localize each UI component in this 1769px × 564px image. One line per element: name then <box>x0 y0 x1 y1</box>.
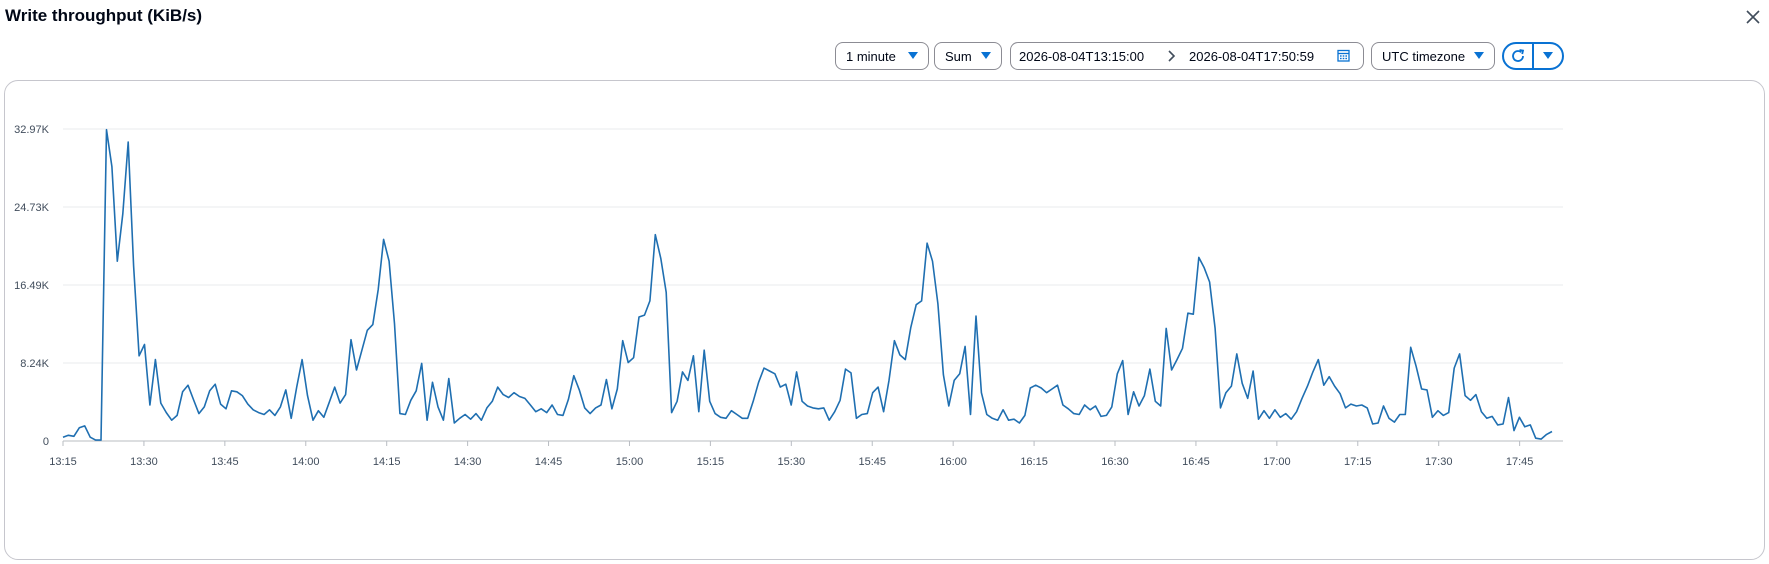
x-tick-label: 17:45 <box>1506 456 1534 468</box>
period-select[interactable]: 1 minute <box>835 42 929 70</box>
date-range-picker[interactable]: 2026-08-04T13:15:00 2026-08-04T17:50:59 <box>1010 42 1364 70</box>
x-tick-label: 17:15 <box>1344 456 1372 468</box>
x-tick-label: 15:00 <box>616 456 644 468</box>
range-start: 2026-08-04T13:15:00 <box>1019 49 1145 64</box>
timezone-select[interactable]: UTC timezone <box>1371 42 1495 70</box>
y-tick-label: 16.49K <box>14 280 50 292</box>
caret-down-icon <box>1474 52 1484 60</box>
refresh-button-group <box>1502 42 1564 70</box>
x-tick-label: 16:30 <box>1101 456 1129 468</box>
caret-down-icon <box>981 52 991 60</box>
x-tick-label: 13:45 <box>211 456 239 468</box>
refresh-options-button[interactable] <box>1534 44 1562 68</box>
refresh-button[interactable] <box>1504 44 1532 68</box>
x-tick-label: 14:45 <box>535 456 563 468</box>
y-tick-label: 32.97K <box>14 124 50 136</box>
calendar-icon <box>1337 49 1350 65</box>
x-axis: 13:15 13:30 13:45 14:00 14:15 14:30 14:45 15:00… <box>49 441 1533 468</box>
x-tick-label: 16:45 <box>1182 456 1210 468</box>
y-tick-label: 0 <box>43 436 49 448</box>
statistic-select-label: Sum <box>945 48 972 64</box>
x-tick-label: 16:15 <box>1020 456 1048 468</box>
period-select-label: 1 minute <box>846 48 896 64</box>
x-tick-label: 17:30 <box>1425 456 1453 468</box>
y-tick-label: 24.73K <box>14 202 50 214</box>
chart-panel: 0 8.24K 16.49K 24.73K 32.97K 13:15 13:30 13:45… <box>4 80 1765 560</box>
x-tick-label: 15:45 <box>858 456 886 468</box>
x-tick-label: 14:15 <box>373 456 401 468</box>
page-title: Write throughput (KiB/s) <box>5 6 203 25</box>
close-button[interactable] <box>1740 4 1766 30</box>
x-tick-label: 14:00 <box>292 456 320 468</box>
x-tick-label: 13:15 <box>49 456 77 468</box>
x-tick-label: 16:00 <box>939 456 967 468</box>
statistic-select[interactable]: Sum <box>934 42 1002 70</box>
line-chart: 0 8.24K 16.49K 24.73K 32.97K 13:15 13:30 13:45… <box>14 124 1563 468</box>
close-icon <box>1746 10 1760 24</box>
caret-down-icon <box>1542 52 1553 59</box>
timezone-select-label: UTC timezone <box>1382 48 1466 64</box>
x-tick-label: 15:30 <box>778 456 806 468</box>
x-tick-label: 15:15 <box>697 456 725 468</box>
range-end: 2026-08-04T17:50:59 <box>1189 49 1315 64</box>
y-axis: 0 8.24K 16.49K 24.73K 32.97K <box>14 124 50 448</box>
caret-down-icon <box>908 52 918 60</box>
y-tick-label: 8.24K <box>20 358 49 370</box>
x-tick-label: 14:30 <box>454 456 482 468</box>
chart-grid <box>63 128 1563 442</box>
refresh-icon <box>1512 49 1525 62</box>
x-tick-label: 13:30 <box>130 456 158 468</box>
x-tick-label: 17:00 <box>1263 456 1291 468</box>
chevron-right-icon <box>1168 50 1176 65</box>
